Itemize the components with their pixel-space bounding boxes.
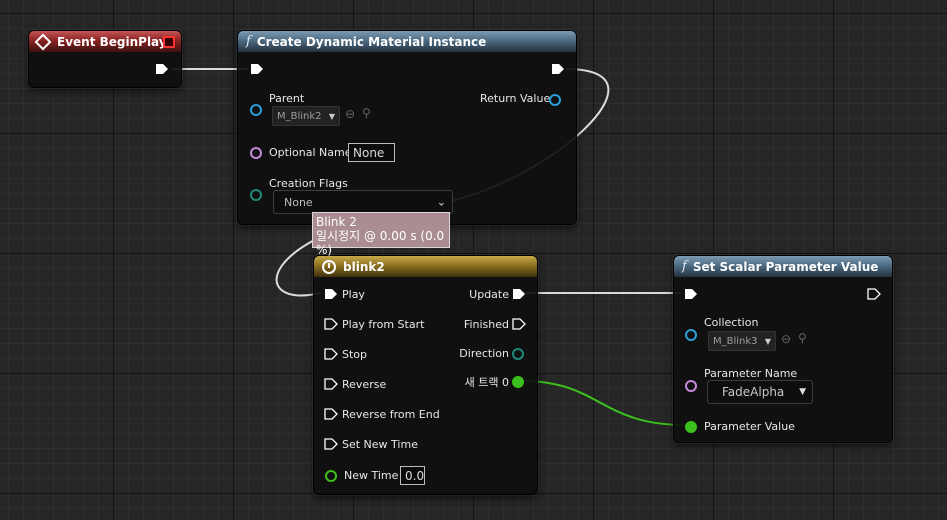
event-beginplay-header[interactable]: Event BeginPlay: [29, 31, 181, 52]
create-dynamic-material-instance-node[interactable]: f Create Dynamic Material Instance Paren…: [237, 30, 577, 225]
timeline-node[interactable]: blink2 Play Play from Start Stop Reverse…: [313, 255, 538, 495]
parameter-name-dropdown[interactable]: FadeAlpha ▼: [707, 380, 813, 404]
play-from-start-label: Play from Start: [342, 318, 425, 331]
parameter-value-label: Parameter Value: [704, 420, 795, 433]
ssp-title: Set Scalar Parameter Value: [692, 259, 879, 274]
direction-pin[interactable]: [512, 348, 524, 360]
exec-out-pin[interactable]: [867, 288, 881, 300]
return-value-pin[interactable]: [549, 94, 561, 106]
exec-in-pin[interactable]: [250, 63, 264, 75]
play-label: Play: [342, 288, 365, 301]
optional-name-input[interactable]: None: [348, 143, 395, 162]
collection-asset-value: M_Blink3: [713, 335, 758, 347]
optional-name-value: None: [353, 145, 385, 160]
creation-flags-value: None: [284, 195, 313, 209]
play-from-start-exec-pin[interactable]: [324, 318, 338, 330]
parent-pin[interactable]: [250, 104, 262, 116]
update-label: Update: [469, 288, 509, 301]
browse-search-icon[interactable]: ⚲: [798, 331, 807, 345]
parent-asset-value: M_Blink2: [277, 110, 322, 122]
collection-pin[interactable]: [685, 329, 697, 341]
collection-label: Collection: [704, 316, 759, 329]
play-exec-pin[interactable]: [324, 288, 338, 300]
event-beginplay-title: Event BeginPlay: [57, 34, 167, 49]
reverse-from-end-exec-pin[interactable]: [324, 408, 338, 420]
creation-flags-dropdown[interactable]: None ⌄: [273, 190, 453, 214]
parameter-name-pin[interactable]: [685, 380, 697, 392]
use-selected-icon[interactable]: ⊖: [345, 107, 355, 121]
new-time-label: New Time: [344, 469, 399, 482]
creation-flags-label: Creation Flags: [269, 177, 348, 190]
function-icon: f: [682, 259, 687, 274]
tooltip-playback-status: 일시정지 @ 0.00 s (0.0 %): [316, 229, 445, 257]
exec-out-pin[interactable]: [551, 63, 565, 75]
chevron-down-icon: ⌄: [436, 195, 446, 209]
optional-name-label: Optional Name: [269, 146, 352, 159]
cdmi-title: Create Dynamic Material Instance: [256, 34, 487, 49]
float-wire-track-to-paramvalue: [521, 380, 686, 426]
ssp-header[interactable]: f Set Scalar Parameter Value: [674, 256, 892, 277]
track-label: 새 트랙 0: [464, 376, 509, 389]
chevron-down-icon: ▼: [328, 111, 335, 121]
timeline-status-tooltip: Blink 2 일시정지 @ 0.00 s (0.0 %): [312, 212, 450, 257]
clock-icon: [322, 259, 336, 274]
stop-label: Stop: [342, 348, 368, 361]
tooltip-timeline-name: Blink 2: [316, 215, 357, 229]
track-pin[interactable]: [512, 376, 524, 388]
parent-label: Parent: [269, 92, 305, 105]
exec-in-pin[interactable]: [684, 288, 698, 300]
return-value-label: Return Value: [480, 92, 551, 105]
chevron-down-icon: ▼: [799, 387, 806, 397]
event-diamond-icon: [34, 33, 52, 50]
collection-asset-dropdown[interactable]: M_Blink3 ▼: [708, 331, 776, 351]
reverse-from-end-label: Reverse from End: [342, 408, 440, 421]
timeline-title: blink2: [343, 259, 385, 274]
event-beginplay-node[interactable]: Event BeginPlay: [28, 30, 182, 88]
finished-label: Finished: [463, 318, 509, 331]
direction-label: Direction: [459, 347, 509, 360]
timeline-header[interactable]: blink2: [314, 256, 537, 277]
use-selected-icon[interactable]: ⊖: [781, 332, 791, 346]
exec-out-pin[interactable]: [155, 63, 169, 75]
reverse-exec-pin[interactable]: [324, 378, 338, 390]
optional-name-pin[interactable]: [250, 147, 262, 159]
output-delegate-icon[interactable]: [163, 36, 175, 48]
function-icon: f: [246, 34, 251, 49]
finished-exec-pin[interactable]: [512, 318, 526, 330]
parent-asset-dropdown[interactable]: M_Blink2 ▼: [272, 106, 340, 126]
parameter-value-pin[interactable]: [685, 421, 697, 433]
stop-exec-pin[interactable]: [324, 348, 338, 360]
set-new-time-exec-pin[interactable]: [324, 438, 338, 450]
browse-search-icon[interactable]: ⚲: [362, 106, 371, 120]
set-scalar-parameter-value-node[interactable]: f Set Scalar Parameter Value Collection …: [673, 255, 893, 443]
new-time-value: 0.0: [405, 468, 425, 483]
chevron-down-icon: ▼: [764, 336, 771, 346]
new-time-pin[interactable]: [325, 470, 337, 482]
parameter-name-label: Parameter Name: [704, 367, 798, 380]
creation-flags-pin[interactable]: [250, 189, 262, 201]
parameter-name-value: FadeAlpha: [722, 385, 785, 399]
set-new-time-label: Set New Time: [342, 438, 418, 451]
reverse-label: Reverse: [342, 378, 387, 391]
update-exec-pin[interactable]: [512, 288, 526, 300]
new-time-input[interactable]: 0.0: [400, 466, 425, 485]
cdmi-header[interactable]: f Create Dynamic Material Instance: [238, 31, 576, 52]
